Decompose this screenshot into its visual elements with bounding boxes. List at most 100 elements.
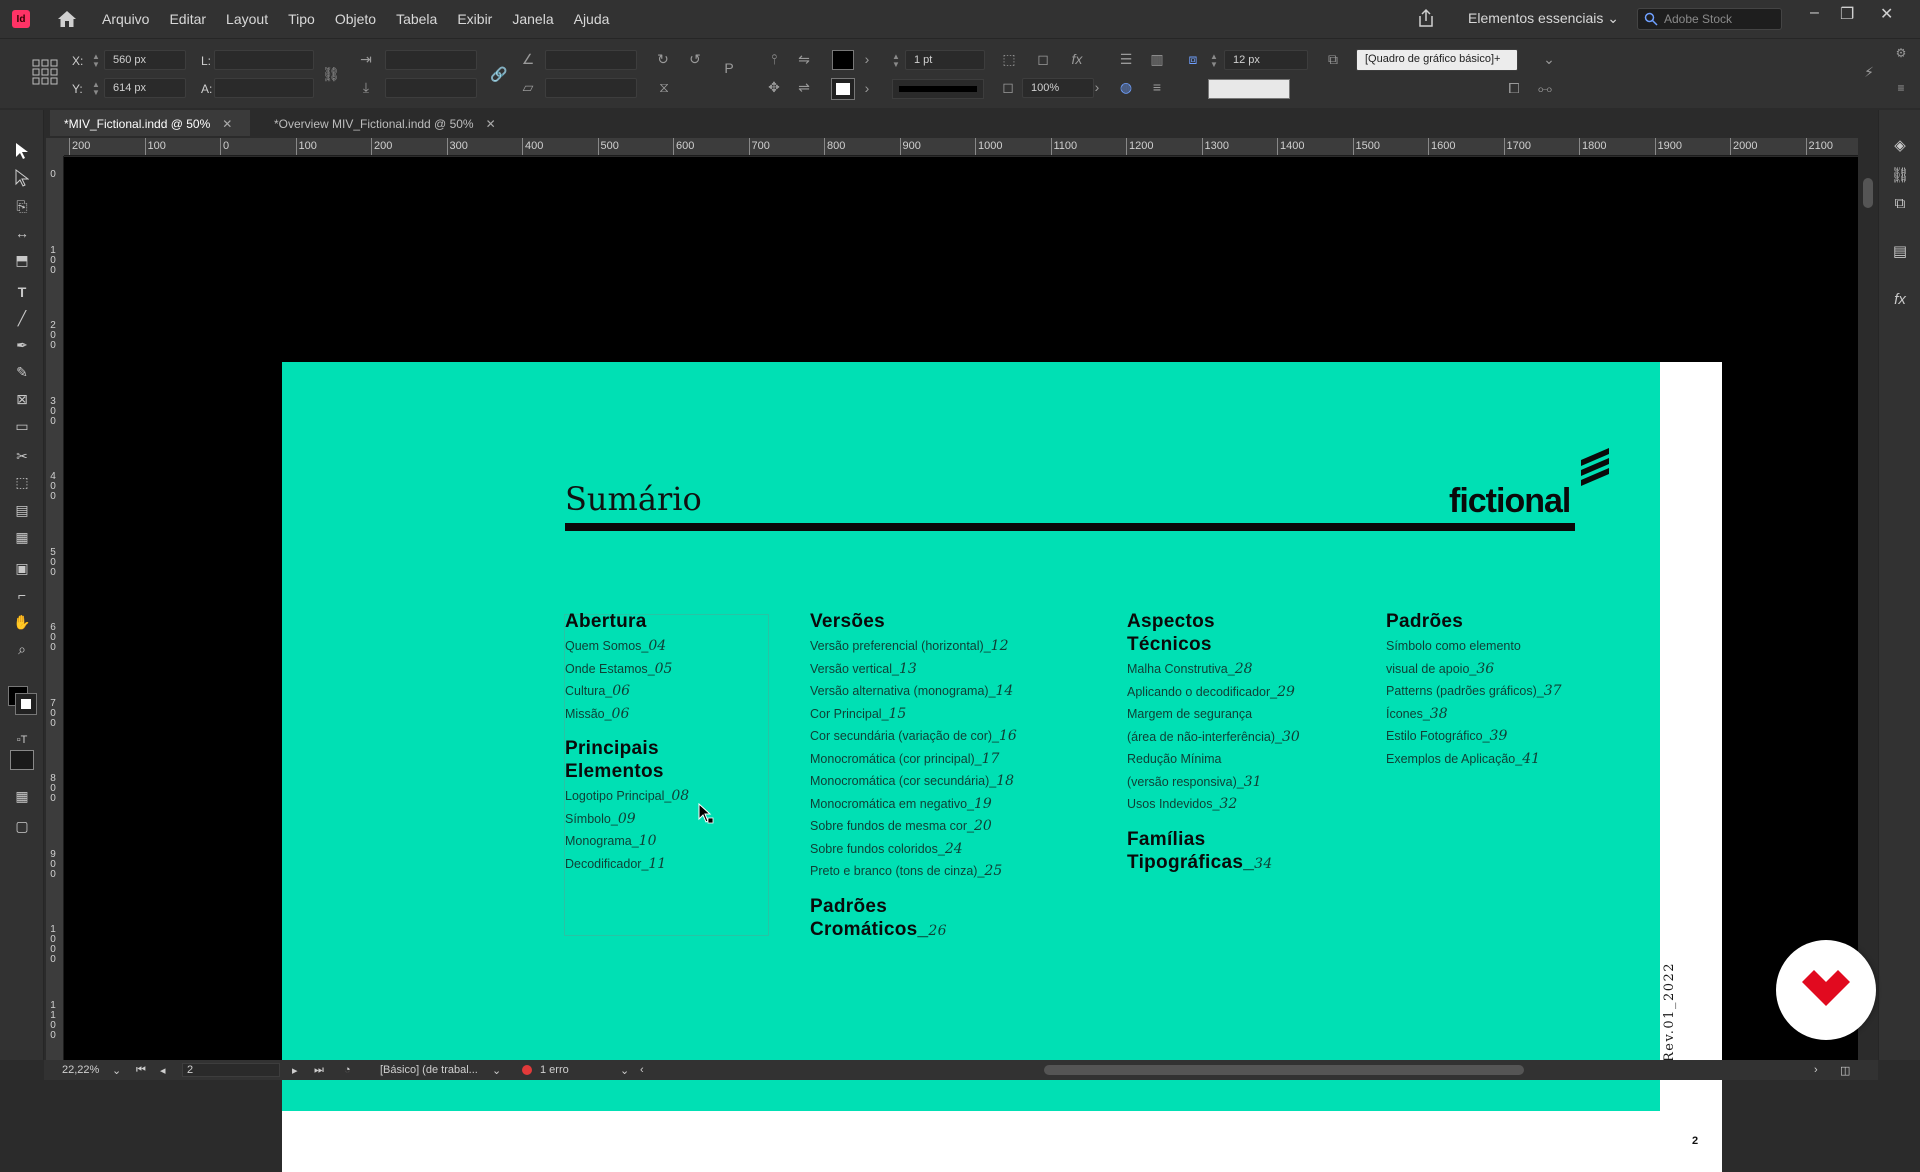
- link-scale-icon[interactable]: 🔗: [490, 65, 508, 83]
- toc-item[interactable]: visual de apoio_36: [1386, 658, 1562, 681]
- width-field[interactable]: [214, 50, 314, 70]
- scroll-right-icon[interactable]: ›: [1814, 1064, 1818, 1076]
- page-number-field[interactable]: 2: [182, 1063, 280, 1077]
- links-icon[interactable]: ⛓: [1890, 166, 1910, 186]
- toc-item[interactable]: Monocromática (cor principal)_17: [810, 748, 1017, 771]
- rotate-angle-icon[interactable]: ∠: [519, 50, 537, 68]
- fictional-logo[interactable]: fictional: [1449, 446, 1609, 522]
- x-stepper[interactable]: ▲ ▼: [92, 53, 100, 69]
- toc-item[interactable]: Monocromática em negativo_19: [810, 793, 1017, 816]
- close-icon[interactable]: ✕: [486, 117, 496, 131]
- chevron-down-icon[interactable]: ⌄: [112, 1064, 121, 1077]
- toc-item[interactable]: Logotipo Principal_08: [565, 785, 689, 808]
- menu-objeto[interactable]: Objeto: [335, 11, 376, 27]
- revision-label[interactable]: Rev.01_2022: [1662, 962, 1677, 1062]
- toc-item[interactable]: Exemplos de Aplicação_41: [1386, 748, 1562, 771]
- first-page-icon[interactable]: ⏮: [136, 1064, 146, 1077]
- toc-item[interactable]: Malha Construtiva_28: [1127, 658, 1300, 681]
- menu-tabela[interactable]: Tabela: [396, 11, 437, 27]
- toc-item[interactable]: Aplicando o decodificador_29: [1127, 681, 1300, 704]
- menu-ajuda[interactable]: Ajuda: [574, 11, 610, 27]
- pencil-tool-icon[interactable]: ✎: [12, 362, 32, 382]
- screen-mode-icon[interactable]: ▢: [12, 816, 32, 836]
- toc-section-heading[interactable]: Versões: [810, 610, 1017, 633]
- toc-item[interactable]: Símbolo como elemento: [1386, 635, 1562, 658]
- vertical-scrollbar[interactable]: [1858, 138, 1878, 1060]
- constrain-proportions-icon[interactable]: ⛓: [322, 65, 340, 83]
- minimize-icon[interactable]: –: [1810, 4, 1819, 22]
- object-style-menu-icon[interactable]: ⌄: [1540, 50, 1558, 68]
- flip-horizontal-icon[interactable]: ⇋: [795, 50, 813, 68]
- title-rule[interactable]: [565, 523, 1575, 531]
- type-on-path-icon[interactable]: P: [720, 59, 738, 77]
- view-mode-icon[interactable]: ▦: [12, 786, 32, 806]
- opacity-menu-icon[interactable]: ›: [1088, 78, 1106, 96]
- toc-item[interactable]: Usos Indevidos_32: [1127, 793, 1300, 816]
- toc-item[interactable]: Estilo Fotográfico_39: [1386, 725, 1562, 748]
- toc-item[interactable]: Decodificador_11: [565, 853, 689, 876]
- shear-angle-field[interactable]: [545, 78, 637, 98]
- tab-overview-miv-fictional[interactable]: *Overview MIV_Fictional.indd @ 50% ✕: [260, 110, 530, 136]
- toc-item[interactable]: Ícones_38: [1386, 703, 1562, 726]
- y-position-field[interactable]: 614 px: [104, 78, 186, 98]
- next-page-icon[interactable]: ▸: [292, 1064, 298, 1077]
- gradient-swatch-tool-icon[interactable]: ▤: [12, 500, 32, 520]
- toc-item[interactable]: Redução Mínima: [1127, 748, 1300, 771]
- pen-tool-icon[interactable]: ✒: [12, 335, 32, 355]
- effects-panel-icon[interactable]: fx: [1890, 290, 1910, 310]
- toc-item[interactable]: Margem de segurança: [1127, 703, 1300, 726]
- scissors-tool-icon[interactable]: ✂: [12, 446, 32, 466]
- align-icon[interactable]: ⫯: [765, 50, 783, 68]
- toc-item[interactable]: Onde Estamos_05: [565, 658, 689, 681]
- toc-item[interactable]: Cultura_06: [565, 680, 689, 703]
- rotate-ccw-icon[interactable]: ↺: [686, 50, 704, 68]
- menu-janela[interactable]: Janela: [512, 11, 553, 27]
- layers-icon[interactable]: ◈: [1890, 136, 1910, 156]
- redefine-style-icon[interactable]: ⧟: [1536, 79, 1554, 97]
- frame-fitting-icon[interactable]: ⬚: [1000, 50, 1018, 68]
- rotate-angle-field[interactable]: [545, 50, 637, 70]
- rotate-cw-icon[interactable]: ↻: [654, 50, 672, 68]
- stroke-type-select[interactable]: [892, 79, 984, 99]
- toc-item[interactable]: Versão preferencial (horizontal)_12: [810, 635, 1017, 658]
- scale-x-icon[interactable]: ⇥: [357, 50, 375, 68]
- chevron-down-icon[interactable]: ⌄: [620, 1064, 629, 1077]
- menu-tipo[interactable]: Tipo: [288, 11, 315, 27]
- toc-item[interactable]: Cor Principal_15: [810, 703, 1017, 726]
- tab-miv-fictional[interactable]: *MIV_Fictional.indd @ 50% ✕: [50, 110, 250, 136]
- gutter-field[interactable]: 12 px: [1224, 50, 1308, 70]
- fill-menu-icon[interactable]: ›: [858, 50, 876, 68]
- flip-vertical-icon[interactable]: ⧖: [655, 78, 673, 96]
- align-objects-icon[interactable]: ≡: [1148, 78, 1166, 96]
- shear-angle-icon[interactable]: ▱: [519, 78, 537, 96]
- scale-x-field[interactable]: [385, 50, 477, 70]
- preflight-profile[interactable]: [Básico] (de trabal...: [380, 1064, 478, 1076]
- toc-section-heading[interactable]: Principais Elementos: [565, 737, 689, 783]
- toc-item[interactable]: Monograma_10: [565, 830, 689, 853]
- adobe-stock-search[interactable]: Adobe Stock: [1637, 8, 1782, 30]
- chevron-down-icon[interactable]: ⌄: [492, 1064, 501, 1077]
- panel-menu-icon[interactable]: ≡: [1892, 79, 1910, 97]
- auto-fit-icon[interactable]: ◍: [1117, 78, 1135, 96]
- toc-item[interactable]: Versão vertical_13: [810, 658, 1017, 681]
- menu-editar[interactable]: Editar: [169, 11, 206, 27]
- toc-item[interactable]: Preto e branco (tons de cinza)_25: [810, 860, 1017, 883]
- eyedropper-tool-icon[interactable]: ⌐: [12, 585, 32, 605]
- object-style-select[interactable]: [Quadro de gráfico básico]+: [1356, 49, 1518, 71]
- menu-arquivo[interactable]: Arquivo: [102, 11, 149, 27]
- toc-item[interactable]: Cor secundária (variação de cor)_16: [810, 725, 1017, 748]
- pages-icon[interactable]: ⧉: [1890, 194, 1910, 214]
- menu-exibir[interactable]: Exibir: [457, 11, 492, 27]
- opacity-field[interactable]: 100%: [1022, 78, 1094, 98]
- fill-swatch[interactable]: [832, 50, 854, 70]
- error-count[interactable]: 1 erro: [540, 1064, 569, 1076]
- toc-item[interactable]: Missão_06: [565, 703, 689, 726]
- toc-column[interactable]: Abertura Quem Somos_04 Onde Estamos_05 Cult…: [565, 610, 689, 875]
- toc-item[interactable]: Sobre fundos de mesma cor_20: [810, 815, 1017, 838]
- selection-tool-icon[interactable]: [12, 142, 32, 162]
- share-icon[interactable]: [1416, 8, 1436, 28]
- stroke-swatch[interactable]: [831, 78, 855, 100]
- toc-item[interactable]: Quem Somos_04: [565, 635, 689, 658]
- split-window-icon[interactable]: ◫: [1840, 1064, 1850, 1077]
- toc-column[interactable]: Padrões Símbolo como elemento visual de ap…: [1386, 610, 1562, 770]
